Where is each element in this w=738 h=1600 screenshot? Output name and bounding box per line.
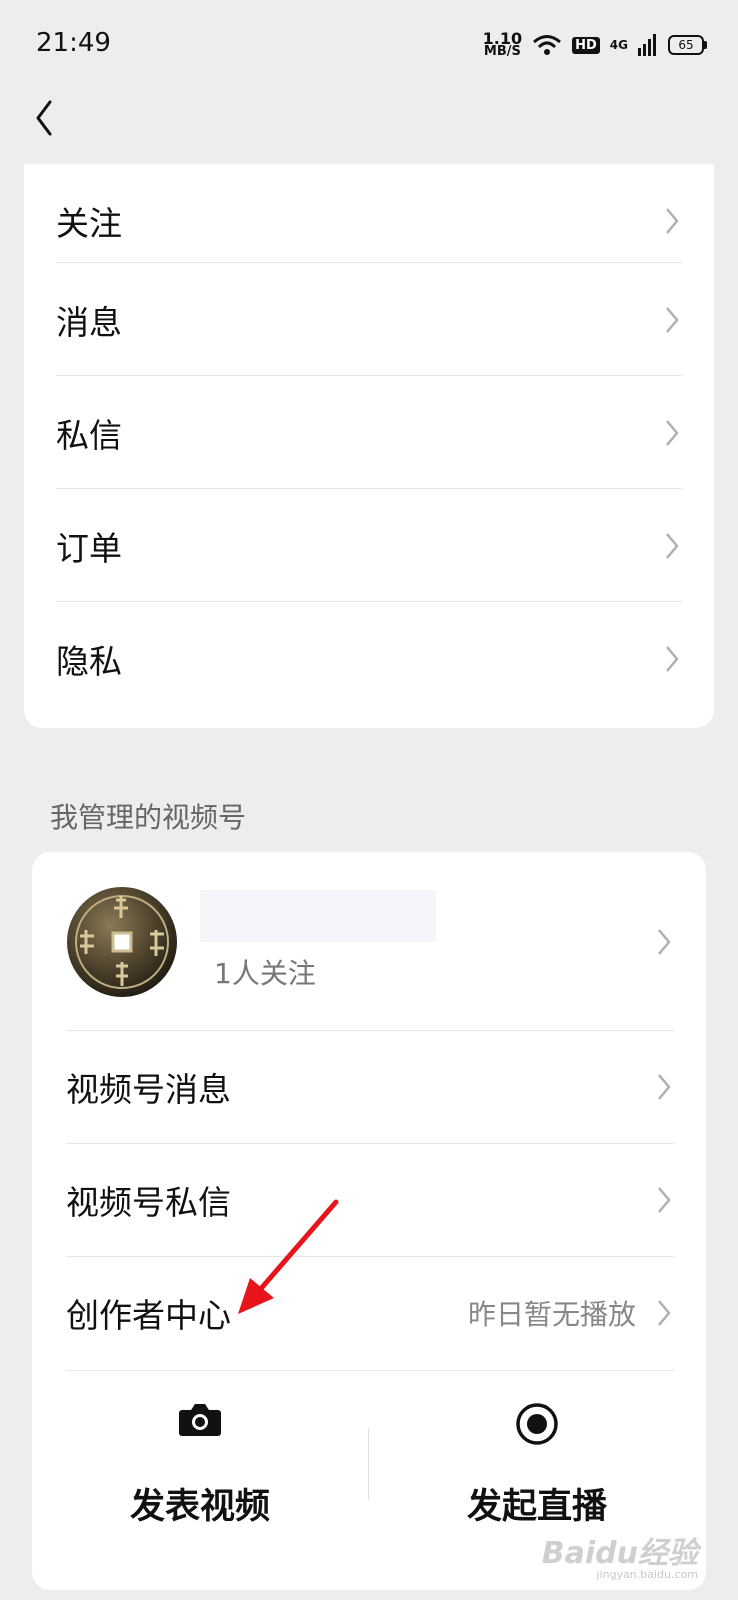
channel-actions: 发表视频 发起直播 bbox=[32, 1382, 706, 1552]
battery-icon: 65 bbox=[668, 35, 707, 55]
start-live-button[interactable]: 发起直播 bbox=[369, 1382, 705, 1552]
status-bar: 21:49 1.10 MB/S HD 4G 65 bbox=[0, 0, 738, 90]
wifi-icon bbox=[533, 35, 562, 55]
nav-bar bbox=[0, 90, 738, 164]
menu-item-private-messages[interactable]: 私信 bbox=[56, 376, 682, 490]
chevron-right-icon bbox=[658, 929, 671, 955]
status-time: 21:49 bbox=[36, 28, 111, 58]
camera-icon bbox=[179, 1404, 221, 1436]
channel-messages-row[interactable]: 视频号消息 bbox=[66, 1031, 674, 1143]
chevron-right-icon bbox=[658, 1300, 671, 1326]
live-record-icon bbox=[516, 1403, 558, 1445]
menu-item-follow[interactable]: 关注 bbox=[56, 164, 682, 278]
menu-item-label: 隐私 bbox=[56, 642, 122, 681]
network-type: 4G bbox=[609, 38, 628, 52]
watermark-url: jingyan.baidu.com bbox=[596, 1568, 698, 1581]
chevron-right-icon bbox=[666, 208, 679, 234]
menu-item-messages[interactable]: 消息 bbox=[56, 263, 682, 377]
section-title: 我管理的视频号 bbox=[50, 801, 247, 834]
channel-name-redacted bbox=[200, 890, 436, 942]
watermark-logo: Baidu经验 bbox=[541, 1536, 698, 1571]
channel-item-label: 创作者中心 bbox=[66, 1296, 231, 1335]
channel-account-row[interactable]: 1人关注 bbox=[66, 886, 674, 998]
menu-item-label: 私信 bbox=[56, 416, 122, 455]
divider bbox=[66, 1370, 674, 1371]
channel-account-info: 1人关注 bbox=[200, 886, 654, 998]
post-video-button[interactable]: 发表视频 bbox=[32, 1382, 368, 1552]
channel-private-messages-row[interactable]: 视频号私信 bbox=[66, 1144, 674, 1256]
chevron-right-icon bbox=[658, 1187, 671, 1213]
back-icon[interactable] bbox=[28, 94, 68, 142]
menu-item-label: 消息 bbox=[56, 303, 122, 342]
status-icons: 1.10 MB/S HD 4G 65 bbox=[483, 30, 707, 60]
chevron-right-icon bbox=[666, 307, 679, 333]
menu-item-orders[interactable]: 订单 bbox=[56, 489, 682, 603]
chevron-right-icon bbox=[666, 420, 679, 446]
action-label: 发起直播 bbox=[466, 1487, 607, 1527]
menu-item-privacy[interactable]: 隐私 bbox=[56, 602, 682, 716]
creator-center-status: 昨日暂无播放 bbox=[467, 1298, 636, 1331]
signal-icon bbox=[638, 34, 656, 56]
menu-item-label: 订单 bbox=[56, 529, 122, 568]
chevron-right-icon bbox=[658, 1074, 671, 1100]
network-speed-unit: MB/S bbox=[483, 44, 521, 59]
menu-item-label: 关注 bbox=[56, 204, 122, 243]
channel-item-label: 视频号消息 bbox=[66, 1070, 231, 1109]
chevron-right-icon bbox=[666, 533, 679, 559]
action-label: 发表视频 bbox=[129, 1487, 270, 1527]
channel-item-label: 视频号私信 bbox=[66, 1183, 231, 1222]
creator-center-row[interactable]: 创作者中心 昨日暂无播放 bbox=[66, 1257, 674, 1369]
network-speed: 1.10 MB/S bbox=[483, 31, 522, 59]
menu-card: 关注 消息 私信 订单 隐私 bbox=[24, 164, 714, 728]
follower-count: 1人关注 bbox=[214, 957, 316, 990]
hd-icon: HD bbox=[572, 36, 600, 54]
avatar bbox=[67, 887, 177, 997]
chevron-right-icon bbox=[666, 646, 679, 672]
channels-card: 1人关注 视频号消息 视频号私信 创作者中心 昨日暂无播放 发表视频 发起直播 bbox=[32, 852, 706, 1590]
